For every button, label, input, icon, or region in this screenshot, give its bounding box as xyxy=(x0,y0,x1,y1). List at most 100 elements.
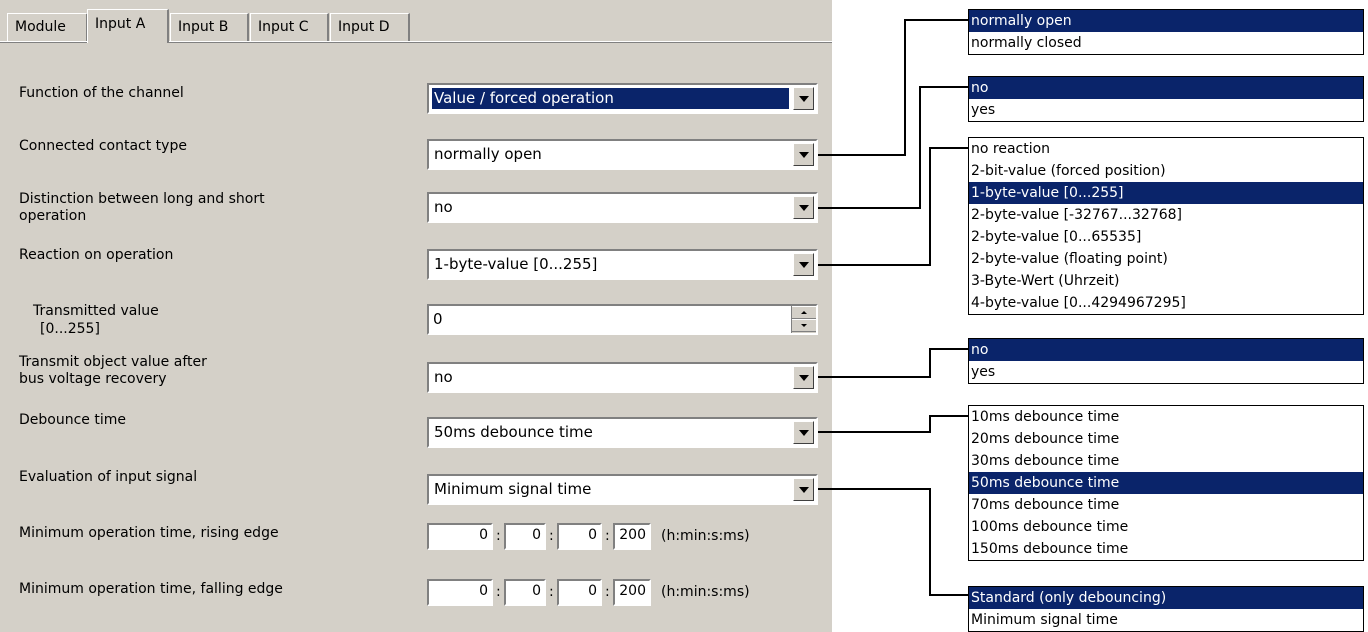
min-falling-ms-input[interactable]: 200 xyxy=(613,579,651,606)
debounce-value: 50ms debounce time xyxy=(434,423,593,441)
time-separator: : xyxy=(496,584,501,600)
min-rising-hours-input[interactable]: 0 xyxy=(427,523,493,550)
list-item[interactable]: yes xyxy=(969,99,1363,121)
function-dropdown[interactable]: Value / forced operation xyxy=(427,83,818,114)
distinction-dropdown-button[interactable] xyxy=(793,196,814,219)
transmit-after-dropdown-button[interactable] xyxy=(793,366,814,389)
distinction-label-line1: Distinction between long and short xyxy=(19,191,265,207)
evaluation-dropdown[interactable]: Minimum signal time xyxy=(427,474,818,505)
debounce-dropdown-button[interactable] xyxy=(793,421,814,444)
reaction-options-list: no reaction 2-bit-value (forced position… xyxy=(968,137,1364,315)
spin-up-icon[interactable] xyxy=(792,306,816,319)
list-item[interactable]: Minimum signal time xyxy=(969,609,1363,631)
spin-down-icon[interactable] xyxy=(792,319,816,332)
connector-distinction xyxy=(818,86,968,209)
list-item[interactable]: no reaction xyxy=(969,138,1363,160)
list-item[interactable]: 100ms debounce time xyxy=(969,516,1363,538)
list-item[interactable]: 2-byte-value [-32767...32768] xyxy=(969,204,1363,226)
list-item[interactable]: 50ms debounce time xyxy=(969,472,1363,494)
transmitted-value-input[interactable]: 0 xyxy=(433,309,443,330)
evaluation-options-list: Standard (only debouncing) Minimum signa… xyxy=(968,586,1364,632)
distinction-dropdown[interactable]: no xyxy=(427,192,818,223)
min-falling-label: Minimum operation time, falling edge xyxy=(19,581,283,597)
list-item[interactable]: no xyxy=(969,339,1363,361)
list-item[interactable]: 10ms debounce time xyxy=(969,406,1363,428)
list-item[interactable]: 1-byte-value [0...255] xyxy=(969,182,1363,204)
list-item[interactable]: 4-byte-value [0...4294967295] xyxy=(969,292,1363,314)
list-item[interactable]: 20ms debounce time xyxy=(969,428,1363,450)
distinction-options-list: no yes xyxy=(968,76,1364,122)
list-item[interactable]: no xyxy=(969,77,1363,99)
min-rising-unit: (h:min:s:ms) xyxy=(661,528,750,544)
min-falling-minutes-input[interactable]: 0 xyxy=(504,579,546,606)
contact-type-options-list: normally open normally closed xyxy=(968,9,1364,55)
tab-input-b[interactable]: Input B xyxy=(170,13,249,42)
contact-type-label: Connected contact type xyxy=(19,138,187,154)
transmit-after-dropdown[interactable]: no xyxy=(427,362,818,393)
function-dropdown-button[interactable] xyxy=(793,87,814,110)
chevron-down-icon xyxy=(799,262,809,268)
transmit-after-options-list: no yes xyxy=(968,338,1364,384)
time-separator: : xyxy=(605,584,610,600)
parameter-panel: Module Input A Input B Input C Input D F… xyxy=(0,0,832,632)
evaluation-label: Evaluation of input signal xyxy=(19,469,198,485)
list-item[interactable]: 150ms debounce time xyxy=(969,538,1363,560)
tab-input-d[interactable]: Input D xyxy=(330,13,410,42)
list-item[interactable]: 2-byte-value [0...65535] xyxy=(969,226,1363,248)
chevron-down-icon xyxy=(799,430,809,436)
chevron-down-icon xyxy=(799,375,809,381)
evaluation-dropdown-button[interactable] xyxy=(793,478,814,501)
distinction-label-line2: operation xyxy=(19,208,87,224)
transmit-after-label-line2: bus voltage recovery xyxy=(19,371,167,387)
debounce-label: Debounce time xyxy=(19,412,126,428)
spin-buttons xyxy=(791,306,816,333)
transmitted-value-label-line2: [0...255] xyxy=(40,321,100,337)
distinction-value: no xyxy=(434,198,453,216)
evaluation-value: Minimum signal time xyxy=(434,480,592,498)
function-value: Value / forced operation xyxy=(432,88,789,109)
min-falling-hours-input[interactable]: 0 xyxy=(427,579,493,606)
list-item[interactable]: 2-byte-value (floating point) xyxy=(969,248,1363,270)
contact-type-value: normally open xyxy=(434,145,542,163)
min-falling-unit: (h:min:s:ms) xyxy=(661,584,750,600)
tab-module[interactable]: Module xyxy=(7,13,88,42)
list-item[interactable]: 70ms debounce time xyxy=(969,494,1363,516)
connector-contact xyxy=(818,19,968,156)
chevron-down-icon xyxy=(799,96,809,102)
time-separator: : xyxy=(549,528,554,544)
chevron-down-icon xyxy=(799,152,809,158)
contact-type-dropdown[interactable]: normally open xyxy=(427,139,818,170)
min-rising-ms-input[interactable]: 200 xyxy=(613,523,651,550)
transmitted-value-spinbox[interactable]: 0 xyxy=(427,304,818,335)
min-rising-minutes-input[interactable]: 0 xyxy=(504,523,546,550)
reaction-dropdown[interactable]: 1-byte-value [0...255] xyxy=(427,249,818,280)
list-item[interactable]: 30ms debounce time xyxy=(969,450,1363,472)
list-item[interactable]: normally closed xyxy=(969,32,1363,54)
function-label: Function of the channel xyxy=(19,85,184,101)
list-item[interactable]: Standard (only debouncing) xyxy=(969,587,1363,609)
list-item[interactable]: normally open xyxy=(969,10,1363,32)
reaction-label: Reaction on operation xyxy=(19,247,174,263)
debounce-dropdown[interactable]: 50ms debounce time xyxy=(427,417,818,448)
transmit-after-value: no xyxy=(434,368,453,386)
reaction-dropdown-button[interactable] xyxy=(793,253,814,276)
contact-type-dropdown-button[interactable] xyxy=(793,143,814,166)
connector-evaluation xyxy=(818,488,968,596)
time-separator: : xyxy=(496,528,501,544)
list-item[interactable]: 2-bit-value (forced position) xyxy=(969,160,1363,182)
chevron-down-icon xyxy=(799,205,809,211)
connector-transmit xyxy=(818,348,968,378)
min-rising-label: Minimum operation time, rising edge xyxy=(19,525,279,541)
min-falling-seconds-input[interactable]: 0 xyxy=(557,579,602,606)
list-item[interactable]: 3-Byte-Wert (Uhrzeit) xyxy=(969,270,1363,292)
transmit-after-label-line1: Transmit object value after xyxy=(19,354,207,370)
min-rising-seconds-input[interactable]: 0 xyxy=(557,523,602,550)
tab-input-c[interactable]: Input C xyxy=(250,13,329,42)
reaction-value: 1-byte-value [0...255] xyxy=(434,255,598,273)
tab-input-a[interactable]: Input A xyxy=(87,9,169,43)
transmitted-value-label-line1: Transmitted value xyxy=(33,303,159,319)
connector-reaction xyxy=(818,147,968,266)
list-item[interactable]: yes xyxy=(969,361,1363,383)
connector-debounce xyxy=(818,415,968,433)
debounce-options-list: 10ms debounce time 20ms debounce time 30… xyxy=(968,405,1364,561)
